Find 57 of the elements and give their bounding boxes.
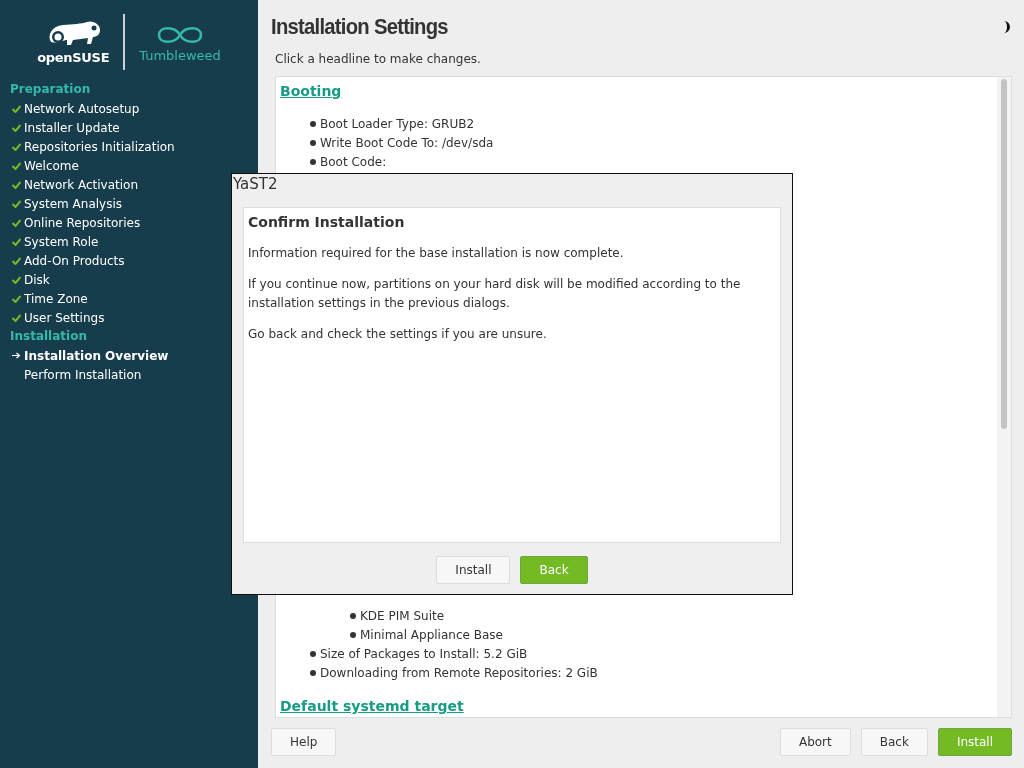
- bullet-icon: [310, 120, 316, 127]
- step-label: System Analysis: [24, 196, 122, 211]
- brand-name: openSUSE: [37, 49, 110, 65]
- check-icon: [12, 256, 21, 265]
- step-label: Network Activation: [24, 177, 138, 192]
- step-label: Installer Update: [24, 120, 120, 135]
- check-icon: [12, 123, 21, 132]
- bullet-icon: [310, 158, 316, 165]
- step-label: Perform Installation: [24, 367, 142, 382]
- step-label: Time Zone: [24, 291, 88, 306]
- section-title: Preparation: [10, 81, 91, 98]
- step-label: Network Autosetup: [24, 101, 140, 116]
- dialog-button[interactable]: Install: [436, 556, 511, 584]
- setting-text: Downloading from Remote Repositories: 2 GiB: [320, 665, 598, 680]
- step-label: User Settings: [24, 310, 105, 325]
- setting-text: Size of Packages to Install: 5.2 GiB: [320, 646, 528, 661]
- bullet-icon: [310, 139, 316, 146]
- product-name: Tumbleweed: [139, 47, 221, 63]
- page-title: Installation Settings: [271, 14, 448, 40]
- check-icon: [12, 180, 21, 189]
- bullet-icon: [310, 650, 316, 657]
- scrollbar[interactable]: [997, 77, 1011, 717]
- check-icon: [12, 237, 21, 246]
- setting-text: Boot Code:: [320, 154, 387, 169]
- help-button[interactable]: Help: [271, 728, 337, 756]
- step-label: Online Repositories: [24, 215, 141, 230]
- check-icon: [12, 218, 21, 227]
- check-icon: [12, 104, 21, 113]
- dialog-heading: Confirm Installation: [248, 214, 406, 230]
- instruction-text: Click a headline to make changes.: [275, 52, 482, 66]
- dialog-title: YaST2: [232, 174, 279, 195]
- footer-button[interactable]: Abort: [779, 728, 851, 756]
- bullet-icon: [350, 612, 356, 619]
- check-icon: [12, 142, 21, 151]
- step-label: Disk: [24, 272, 50, 287]
- setting-text: Write Boot Code To: /dev/sda: [320, 135, 494, 150]
- check-icon: [12, 161, 21, 170]
- footer-button[interactable]: Back: [860, 728, 928, 756]
- step-label: Welcome: [24, 158, 79, 173]
- dialog-text: Go back and check the settings if you are unsure.: [248, 326, 548, 343]
- section-title: Installation: [10, 328, 87, 345]
- check-icon: [12, 294, 21, 303]
- setting-text: KDE PIM Suite: [360, 608, 445, 623]
- step-label: System Role: [24, 234, 99, 249]
- setting-text: Minimal Appliance Base: [360, 627, 503, 642]
- bullet-icon: [310, 669, 316, 676]
- bullet-icon: [350, 631, 356, 638]
- step-label: Add-On Products: [24, 253, 125, 268]
- check-icon: [12, 275, 21, 284]
- dialog-text: If you continue now, partitions on your hard disk will be modified according to the installation settings in the previous dialogs.: [248, 276, 742, 312]
- step-label: Repositories Initialization: [24, 139, 175, 154]
- check-icon: [12, 313, 21, 322]
- step-label: Installation Overview: [24, 348, 169, 363]
- setting-text: Boot Loader Type: GRUB2: [320, 116, 475, 131]
- check-icon: [12, 199, 21, 208]
- arrow-icon: [12, 352, 21, 359]
- dialog-text: Information required for the base installation is now complete.: [248, 245, 625, 262]
